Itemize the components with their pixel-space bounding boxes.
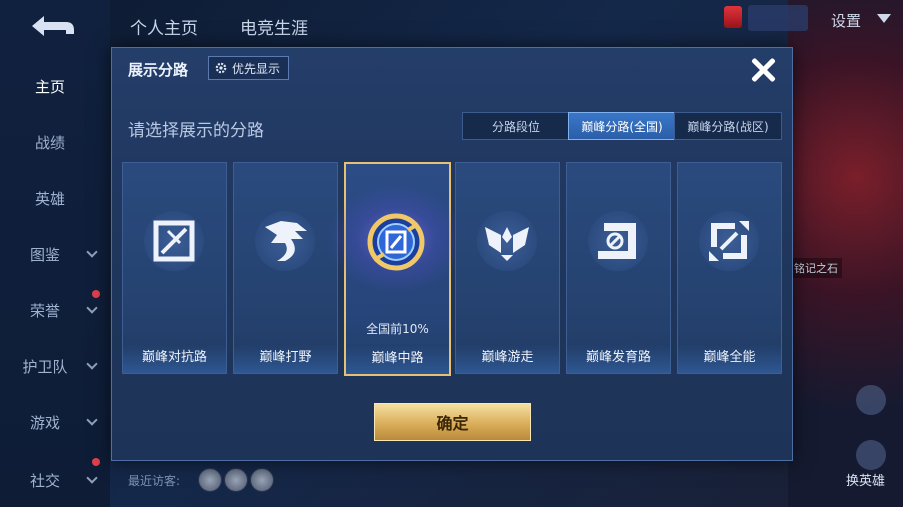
tab-peak-lane-national[interactable]: 巅峰分路(全国) xyxy=(568,112,676,140)
lane-card-label: 巅峰全能 xyxy=(678,343,781,373)
stone-label: 铭记之石 xyxy=(790,258,842,278)
tab-peak-lane-region[interactable]: 巅峰分路(战区) xyxy=(674,112,782,140)
notification-dot xyxy=(92,290,100,298)
close-icon[interactable] xyxy=(748,54,780,86)
gear-icon xyxy=(215,62,227,74)
lane-card-jungle[interactable]: 巅峰打野 xyxy=(233,162,338,374)
sidebar-item-honor[interactable]: 荣誉 xyxy=(0,300,90,321)
sidebar-item-social[interactable]: 社交 xyxy=(0,470,90,491)
notification-dot xyxy=(92,458,100,466)
avatar[interactable] xyxy=(250,468,274,492)
tab-esports-career[interactable]: 电竞生涯 xyxy=(240,14,308,39)
avatar[interactable] xyxy=(224,468,248,492)
sidebar-item-record[interactable]: 战绩 xyxy=(0,132,100,153)
lane-card-clash[interactable]: 巅峰对抗路 xyxy=(122,162,227,374)
lane-display-dialog: 展示分路 优先显示 请选择展示的分路 分路段位 巅峰分路(全国) 巅峰分路(战区… xyxy=(111,47,793,461)
jungle-dragon-icon xyxy=(265,221,307,261)
sidebar-item-guard-team[interactable]: 护卫队 xyxy=(0,356,90,377)
rank-percentile: 全国前10% xyxy=(366,322,429,336)
priority-display-label: 优先显示 xyxy=(232,61,281,76)
select-lane-prompt: 请选择展示的分路 xyxy=(128,121,264,141)
tab-lane-rank[interactable]: 分路段位 xyxy=(462,112,570,140)
lane-card-all-round[interactable]: 巅峰全能 xyxy=(677,162,782,374)
promo-banner[interactable] xyxy=(748,5,808,31)
swap-hero-button[interactable]: 换英雄 xyxy=(846,470,885,489)
lane-card-label: 巅峰中路 xyxy=(346,344,449,374)
lane-card-label: 巅峰打野 xyxy=(234,343,337,373)
tab-personal-home[interactable]: 个人主页 xyxy=(130,14,198,39)
priority-display-button[interactable]: 优先显示 xyxy=(208,56,290,80)
settings-button[interactable]: 设置 xyxy=(831,10,861,31)
lane-card-farm[interactable]: 巅峰发育路 xyxy=(566,162,671,374)
dialog-title: 展示分路 xyxy=(128,61,189,79)
lane-card-label: 巅峰发育路 xyxy=(567,343,670,373)
mid-lane-badge-icon xyxy=(367,213,425,271)
sidebar-item-home[interactable]: 主页 xyxy=(0,76,100,97)
lane-card-mid[interactable]: 全国前10% 巅峰中路 xyxy=(326,162,466,376)
all-round-icon xyxy=(709,221,749,261)
sidebar-item-codex[interactable]: 图鉴 xyxy=(0,244,90,265)
sidebar-item-game[interactable]: 游戏 xyxy=(0,412,90,433)
sidebar-item-heroes[interactable]: 英雄 xyxy=(0,188,100,209)
lane-card-label: 巅峰对抗路 xyxy=(123,343,226,373)
roam-wings-icon xyxy=(485,227,529,261)
swap-hero-icon[interactable] xyxy=(856,440,886,470)
settings-dropdown-icon[interactable] xyxy=(877,14,891,23)
hero-artwork xyxy=(788,0,903,507)
lane-card-label: 巅峰游走 xyxy=(456,343,559,373)
lane-card-roam[interactable]: 巅峰游走 xyxy=(455,162,560,374)
back-arrow-icon[interactable] xyxy=(22,12,78,40)
recent-visitors-label: 最近访客: xyxy=(128,474,181,488)
vip-badge-icon xyxy=(724,6,742,28)
avatar[interactable] xyxy=(198,468,222,492)
emote-icon[interactable] xyxy=(856,385,886,415)
farm-lane-icon xyxy=(598,223,636,259)
confirm-button[interactable]: 确定 xyxy=(374,403,531,441)
clash-lane-icon xyxy=(153,220,195,262)
